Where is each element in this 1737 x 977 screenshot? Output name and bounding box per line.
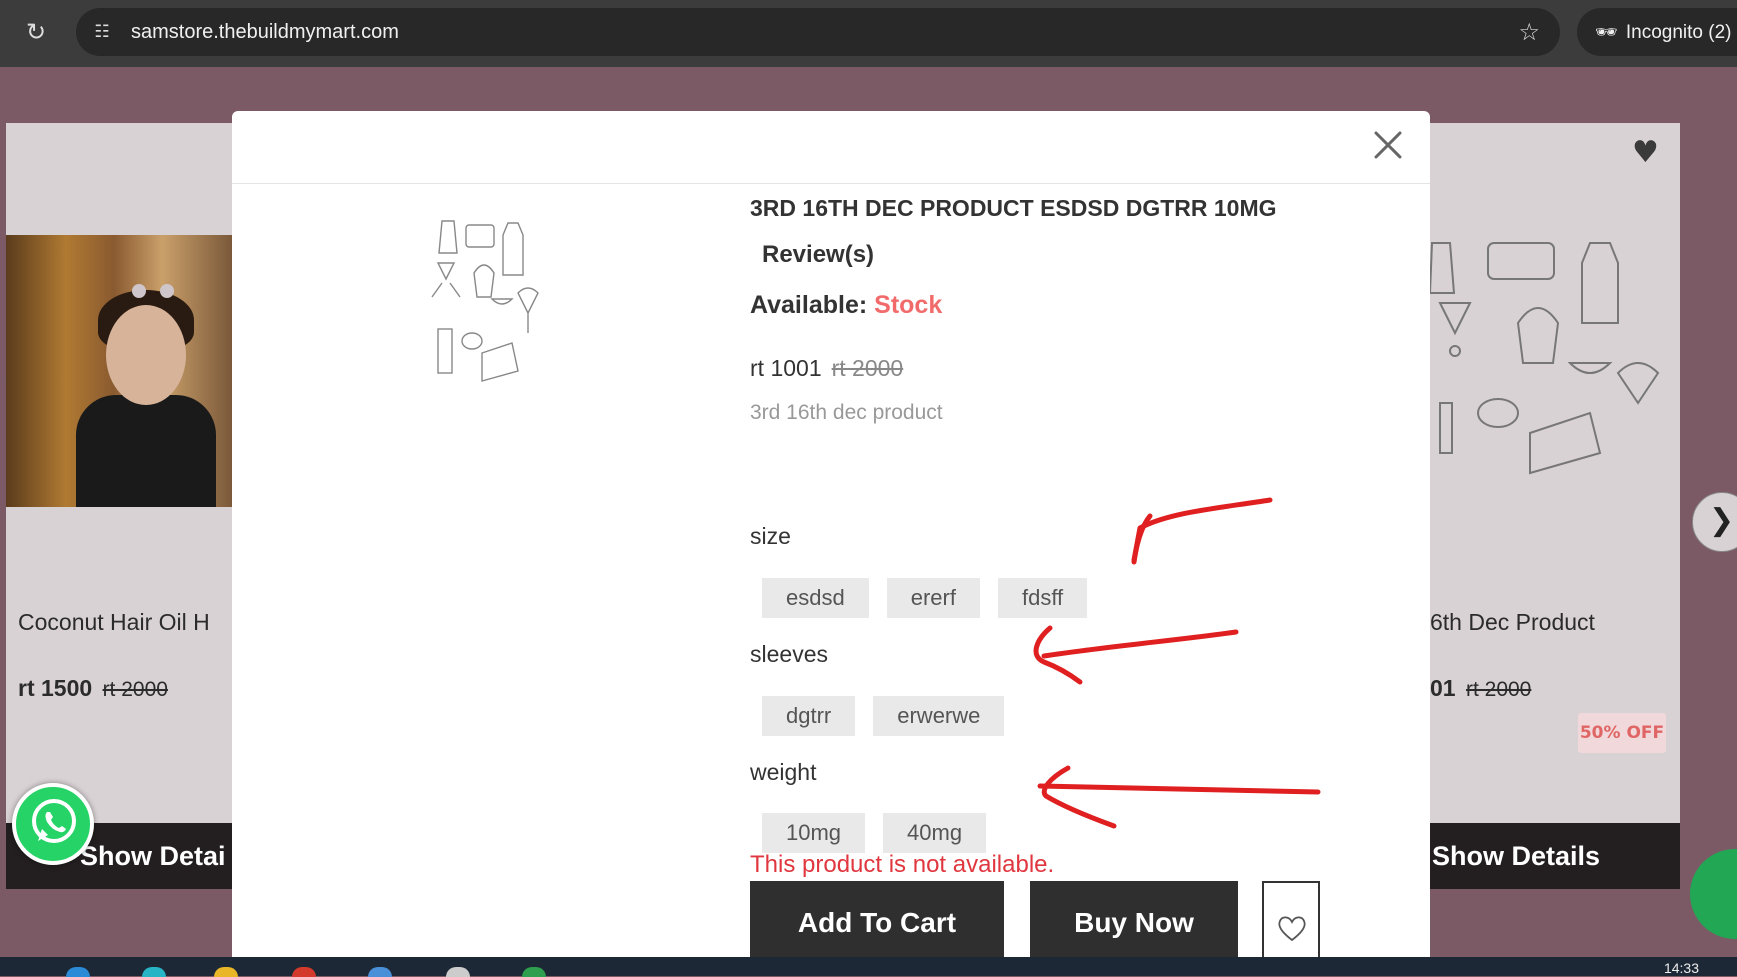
option-chip[interactable]: fdsff [997, 578, 1088, 618]
option-group-sleeves: dgtrr erwerwe [762, 696, 1005, 736]
incognito-button[interactable]: 🕶 Incognito (2) [1577, 8, 1737, 56]
carousel-dots [132, 283, 192, 299]
url-text[interactable]: samstore.thebuildmymart.com [131, 20, 399, 44]
card-title[interactable]: 6th Dec Product [1430, 609, 1595, 636]
product-title: 3RD 16TH DEC PRODUCT ESDSD DGTRR 10MG [750, 195, 1277, 221]
buy-now-button[interactable]: Buy Now [1030, 881, 1238, 957]
incognito-label: Incognito (2) [1625, 22, 1732, 43]
option-chip[interactable]: erwerwe [873, 696, 1005, 736]
product-quick-view-modal: 3RD 16TH DEC PRODUCT ESDSD DGTRR 10MG Re… [232, 111, 1430, 957]
option-chip[interactable]: 10mg [762, 813, 866, 853]
product-card-left[interactable]: Coconut Hair Oil H rt 1500 rt 2000 Show … [6, 123, 246, 889]
heart-icon[interactable]: ♥ [1632, 135, 1659, 170]
product-description: 3rd 16th dec product [750, 401, 943, 424]
option-chip[interactable]: dgtrr [762, 696, 856, 736]
option-group-size: esdsd ererf fdsff [762, 578, 1088, 618]
wishlist-button[interactable] [1262, 881, 1320, 957]
card-price: rt 1500 rt 2000 [18, 675, 168, 701]
add-to-cart-button[interactable]: Add To Cart [750, 881, 1004, 957]
stock-status: Stock [874, 291, 943, 319]
browser-toolbar: ↻ ☷ samstore.thebuildmymart.com ☆ 🕶 Incog… [0, 0, 1737, 67]
availability: Available: Stock [750, 291, 943, 319]
modal-header [232, 111, 1430, 184]
chevron-right-icon[interactable]: ❯ [1692, 492, 1737, 552]
product-photo [6, 235, 246, 507]
discount-badge: 50% OFF [1578, 713, 1666, 753]
option-label-size: size [750, 523, 791, 549]
product-image [431, 220, 539, 382]
whatsapp-glyph [32, 799, 76, 843]
address-bar[interactable]: ☷ samstore.thebuildmymart.com ☆ [76, 8, 1560, 56]
star-icon[interactable]: ☆ [1518, 18, 1540, 46]
option-group-weight: 10mg 40mg [762, 813, 987, 853]
old-price: rt 2000 [831, 355, 904, 381]
option-label-sleeves: sleeves [750, 641, 828, 667]
close-icon[interactable] [1370, 127, 1406, 163]
option-chip[interactable]: 40mg [883, 813, 987, 853]
clock[interactable]: 14:33 [1664, 961, 1699, 975]
option-chip[interactable]: ererf [886, 578, 980, 618]
os-taskbar: 14:33 [0, 957, 1737, 977]
reload-icon[interactable]: ↻ [22, 18, 50, 46]
product-price: rt 1001 rt 2000 [750, 355, 904, 381]
option-label-weight: weight [750, 759, 817, 785]
whatsapp-icon[interactable] [12, 783, 94, 865]
option-chip[interactable]: esdsd [762, 578, 869, 618]
chat-icon[interactable] [1690, 849, 1737, 939]
reviews-link[interactable]: Review(s) [762, 241, 874, 269]
card-price: 01 rt 2000 [1430, 675, 1532, 701]
heart-icon [1278, 916, 1306, 942]
site-info-icon[interactable]: ☷ [90, 20, 114, 44]
card-title[interactable]: Coconut Hair Oil H [18, 609, 210, 636]
incognito-icon: 🕶 [1595, 22, 1618, 42]
product-illustration [1430, 242, 1660, 475]
availability-error: This product is not available. [750, 851, 1055, 878]
